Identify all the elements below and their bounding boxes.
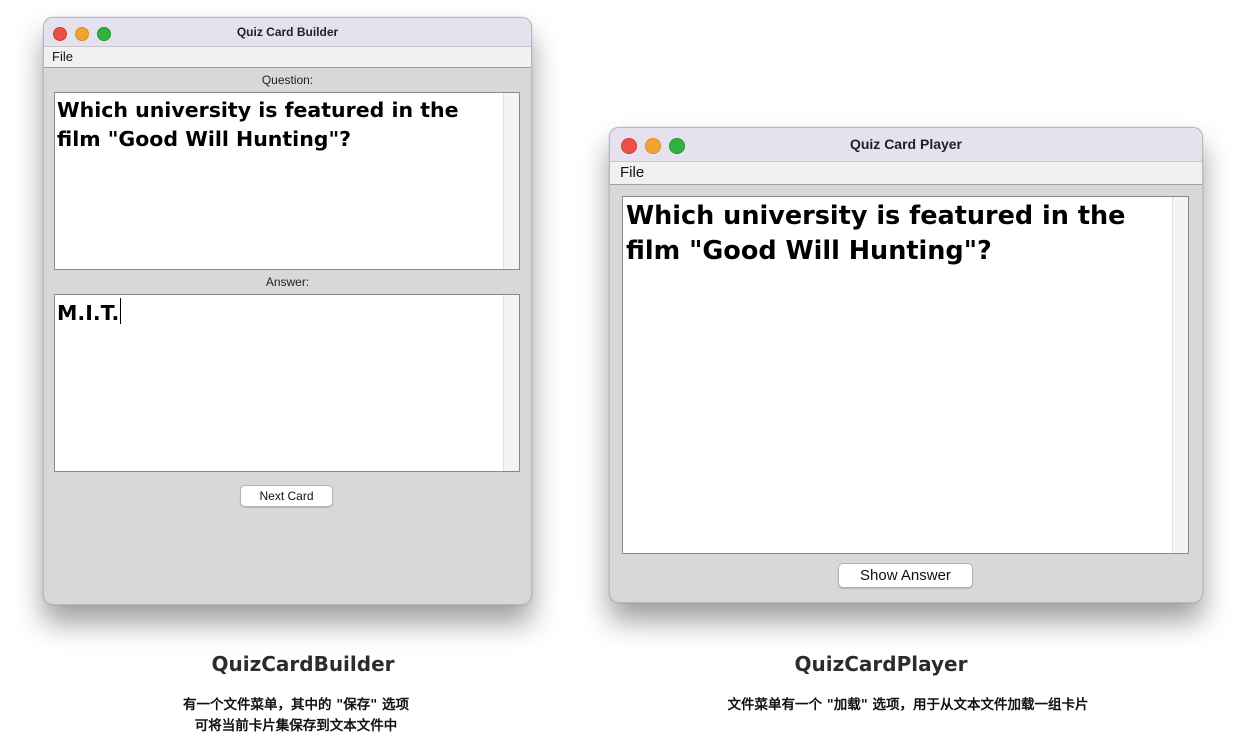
player-title-bar: Quiz Card Player xyxy=(610,128,1202,162)
show-answer-button[interactable]: Show Answer xyxy=(838,563,973,588)
builder-file-menu[interactable]: File xyxy=(44,47,81,67)
builder-title-bar: Quiz Card Builder xyxy=(44,18,531,47)
question-textarea[interactable]: Which university is featured in the film… xyxy=(54,92,520,270)
text-caret xyxy=(120,298,122,324)
player-file-menu[interactable]: File xyxy=(610,162,654,184)
player-caption-description: 文件菜单有一个 "加载" 选项，用于从文本文件加载一组卡片 xyxy=(727,697,1089,713)
card-text: Which university is featured in the film… xyxy=(626,201,1126,266)
quiz-card-builder-window: Quiz Card Builder File Question: Which u… xyxy=(43,17,532,605)
answer-textarea[interactable]: M.I.T. xyxy=(54,294,520,472)
card-display-area[interactable]: Which university is featured in the film… xyxy=(622,196,1189,554)
builder-menu-bar: File xyxy=(44,47,531,68)
builder-window-title: Quiz Card Builder xyxy=(236,25,339,39)
question-text: Which university is featured in the film… xyxy=(57,98,459,151)
answer-scrollbar[interactable] xyxy=(503,295,519,471)
player-window-title: Quiz Card Player xyxy=(849,136,963,152)
next-card-button[interactable]: Next Card xyxy=(240,485,333,507)
player-caption-title: QuizCardPlayer xyxy=(794,652,968,676)
answer-text: M.I.T. xyxy=(57,301,120,325)
builder-caption-line-1: 有一个文件菜单，其中的 "保存" 选项 xyxy=(183,697,409,713)
quiz-card-player-window: Quiz Card Player File Which university i… xyxy=(609,127,1203,603)
answer-label: Answer: xyxy=(265,275,310,289)
builder-caption-title: QuizCardBuilder xyxy=(211,652,395,676)
question-label: Question: xyxy=(261,73,314,87)
builder-caption-line-2: 可将当前卡片集保存到文本文件中 xyxy=(194,718,398,734)
question-scrollbar[interactable] xyxy=(503,93,519,269)
player-menu-bar: File xyxy=(610,162,1202,185)
builder-caption-description: 有一个文件菜单，其中的 "保存" 选项 可将当前卡片集保存到文本文件中 xyxy=(56,695,536,737)
card-scrollbar[interactable] xyxy=(1172,197,1188,553)
